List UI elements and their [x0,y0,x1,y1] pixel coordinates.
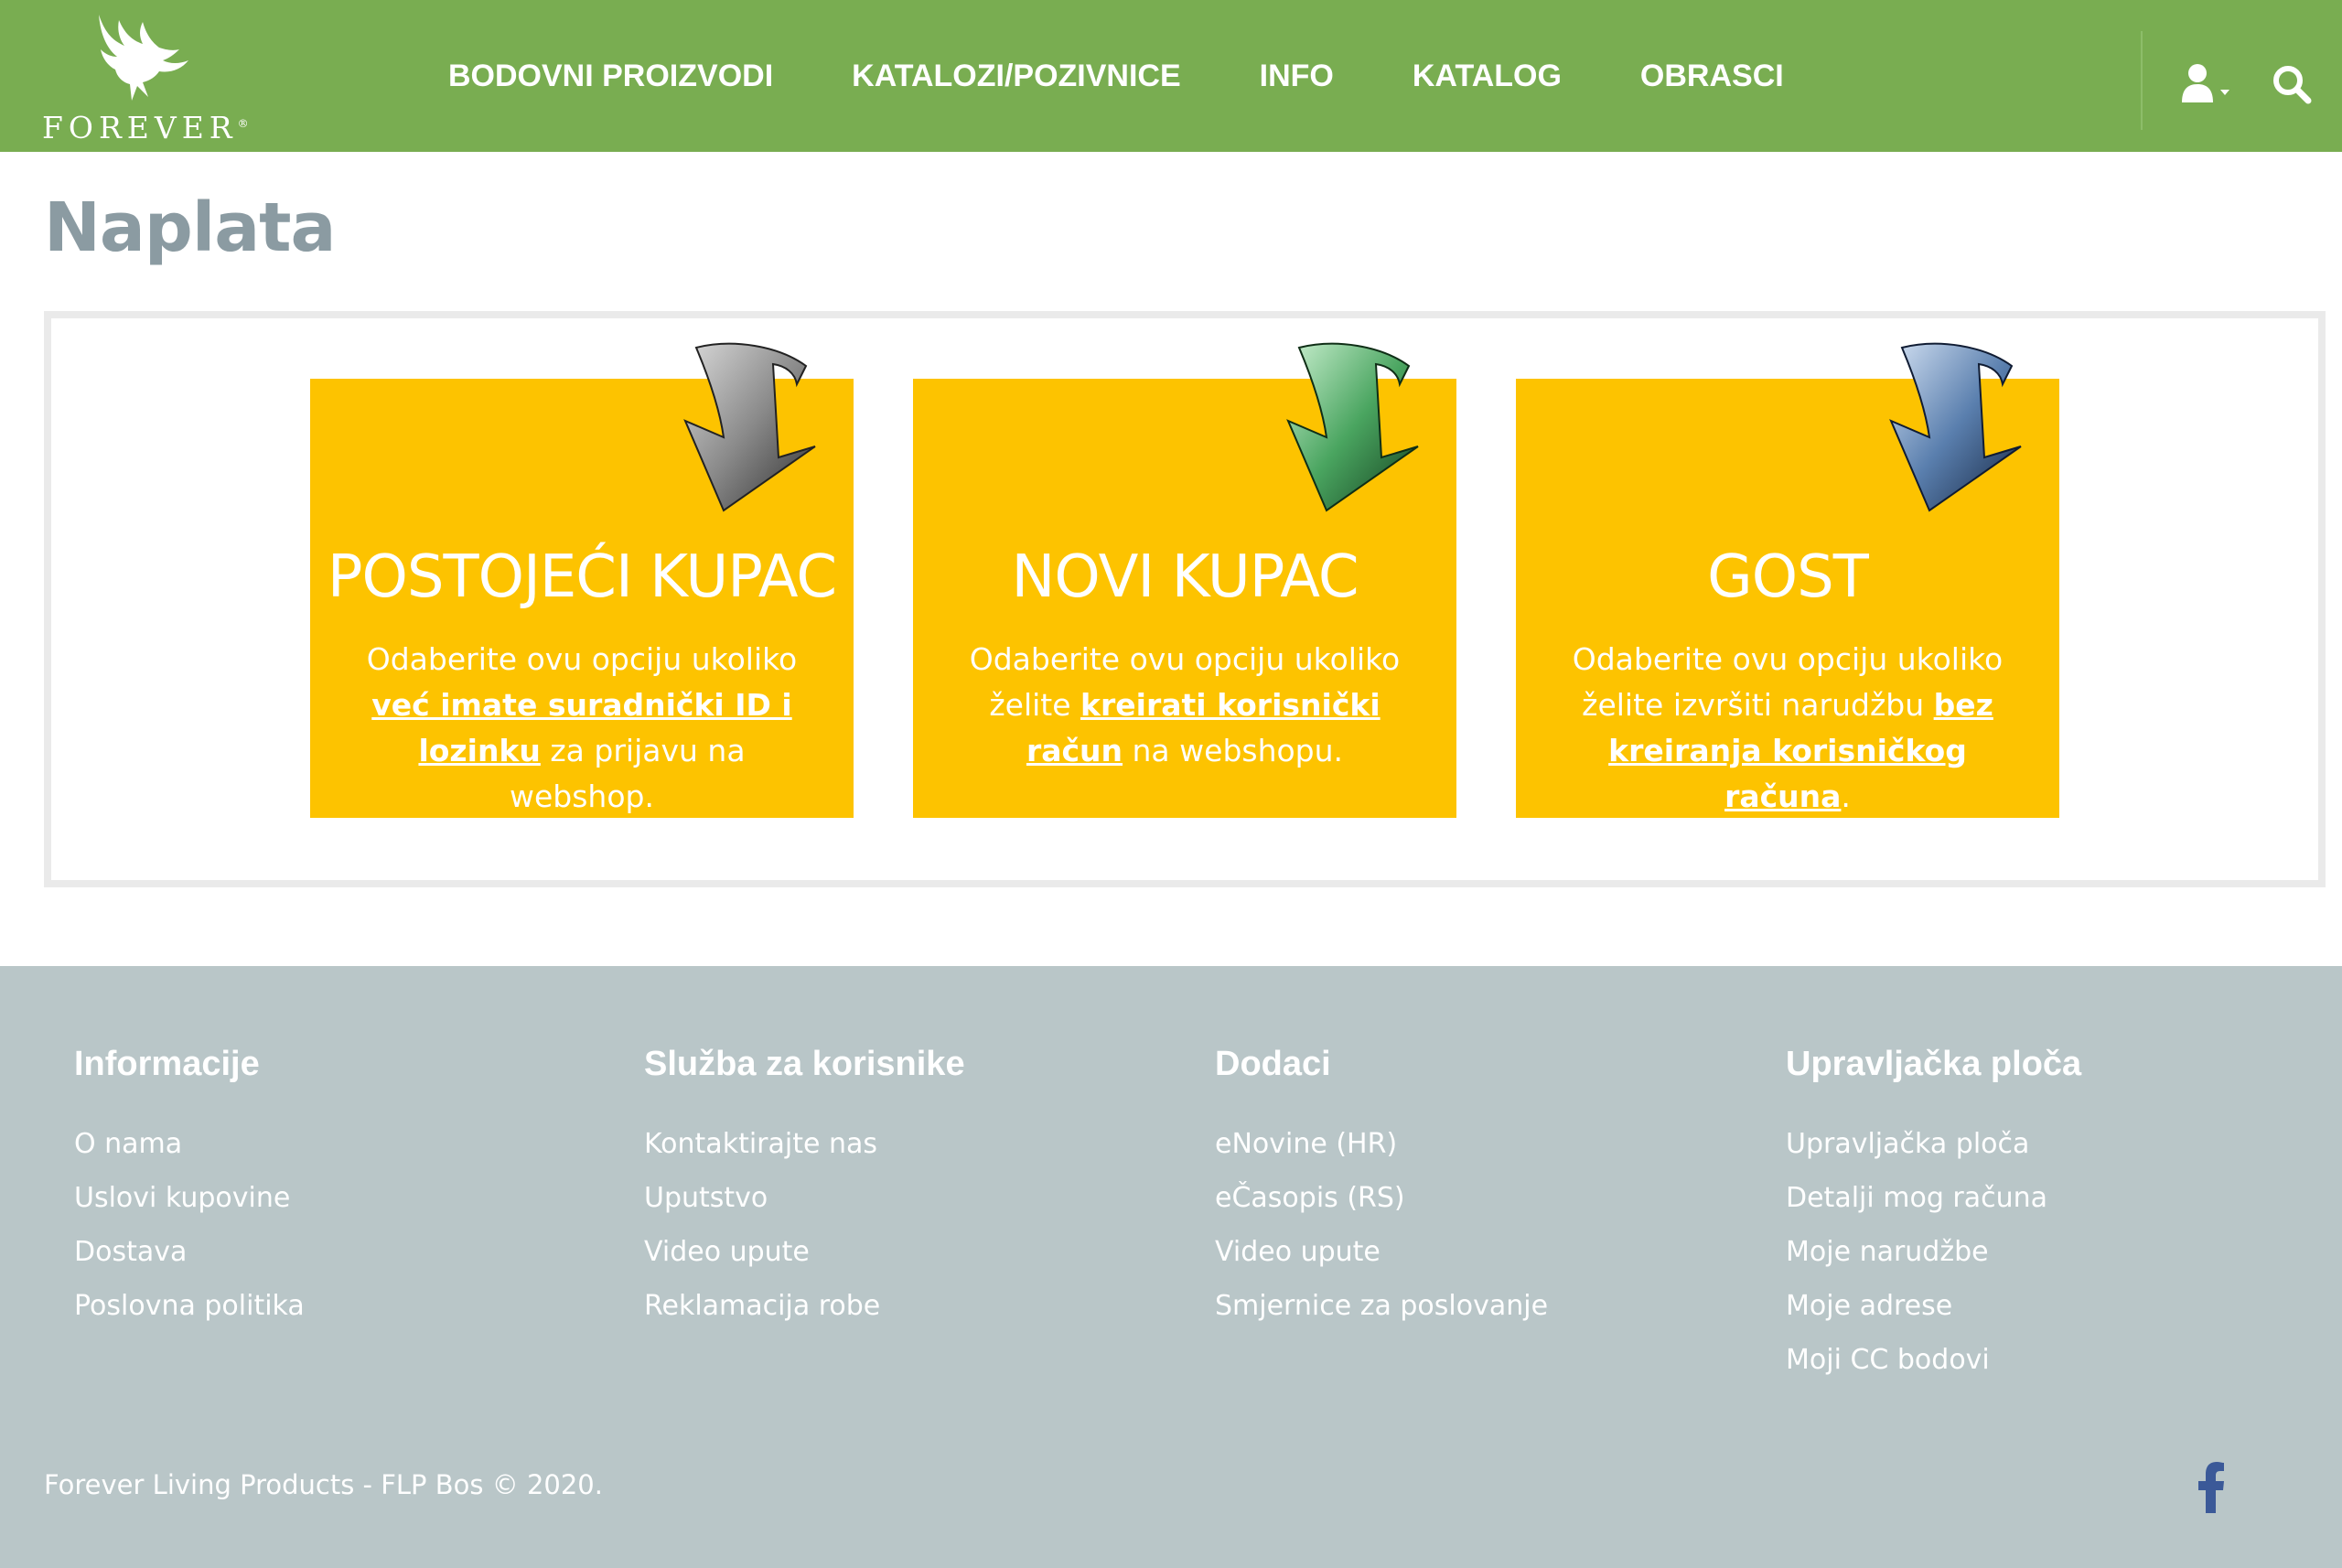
forever-logo[interactable]: FOREVER® [42,13,249,146]
footer-link[interactable]: Smjernice za poslovanje [1215,1279,1727,1333]
footer-link[interactable]: Moji CC bodovi [1786,1333,2298,1387]
footer-link[interactable]: eČasopis (RS) [1215,1171,1727,1225]
footer-link[interactable]: Video upute [644,1225,1156,1279]
footer-column-informacije: Informacije O nama Uslovi kupovine Dosta… [74,1045,586,1333]
page-title: Naplata [44,188,336,267]
card-existing-customer[interactable]: POSTOJEĆI KUPAC Odaberite ovu opciju uko… [310,342,854,818]
nav-item-katalog[interactable]: KATALOG [1413,59,1562,94]
search-button[interactable] [2272,64,2312,104]
card-description: Odaberite ovu opciju ukoliko želite krei… [969,641,1401,768]
footer-link[interactable]: Detalji mog računa [1786,1171,2298,1225]
footer-link[interactable]: Moje adrese [1786,1279,2298,1333]
card-title: NOVI KUPAC [1011,543,1359,611]
nav-item-bodovni-proizvodi[interactable]: BODOVNI PROIZVODI [448,59,773,94]
footer-column-upravljacka-ploca: Upravljačka ploča Upravljačka ploča Deta… [1786,1045,2298,1387]
nav-item-info[interactable]: INFO [1260,59,1334,94]
card-new-customer[interactable]: NOVI KUPAC Odaberite ovu opciju ukoliko … [913,342,1456,818]
footer-link[interactable]: Dostava [74,1225,586,1279]
footer-heading: Upravljačka ploča [1786,1045,2082,1083]
footer-heading: Služba za korisnike [644,1045,965,1083]
eagle-logo-icon [99,15,188,101]
nav-item-obrasci[interactable]: OBRASCI [1640,59,1784,94]
green-arrow-icon [1286,342,1419,512]
card-title: POSTOJEĆI KUPAC [327,543,837,611]
header-divider [2141,31,2143,130]
footer-link[interactable]: Uslovi kupovine [74,1171,586,1225]
footer-link[interactable]: O nama [74,1117,586,1171]
footer-link[interactable]: Moje narudžbe [1786,1225,2298,1279]
card-title: GOST [1707,543,1869,611]
logo-wordmark: FOREVER® [42,110,249,145]
copyright-text: Forever Living Products - FLP Bos © 2020… [44,1469,603,1500]
site-header: FOREVER® BODOVNI PROIZVODI KATALOZI/POZI… [0,0,2342,152]
footer-link[interactable]: Upravljačka ploča [1786,1117,2298,1171]
footer-link[interactable]: Poslovna politika [74,1279,586,1333]
footer-link[interactable]: Uputstvo [644,1171,1156,1225]
gray-arrow-icon [683,342,816,512]
main-nav: BODOVNI PROIZVODI KATALOZI/POZIVNICE INF… [448,0,1784,152]
footer-link[interactable]: Video upute [1215,1225,1727,1279]
user-dropdown-icon [2182,64,2229,102]
nav-item-katalozi-pozivnice[interactable]: KATALOZI/POZIVNICE [852,59,1181,94]
site-footer: Informacije O nama Uslovi kupovine Dosta… [0,966,2342,1568]
user-menu-button[interactable] [2182,62,2237,106]
card-guest[interactable]: GOST Odaberite ovu opciju ukoliko želite… [1516,342,2059,818]
footer-column-dodaci: Dodaci eNovine (HR) eČasopis (RS) Video … [1215,1045,1727,1333]
footer-heading: Dodaci [1215,1045,1331,1083]
blue-arrow-icon [1889,342,2022,512]
facebook-icon [2198,1462,2224,1513]
footer-column-sluzba: Služba za korisnike Kontaktirajte nas Up… [644,1045,1156,1333]
footer-link[interactable]: Reklamacija robe [644,1279,1156,1333]
card-description: Odaberite ovu opciju ukoliko već imate s… [366,641,798,814]
card-description: Odaberite ovu opciju ukoliko želite izvr… [1572,641,2004,814]
footer-link[interactable]: Kontaktirajte nas [644,1117,1156,1171]
search-icon [2273,66,2312,104]
footer-heading: Informacije [74,1045,260,1083]
footer-link[interactable]: eNovine (HR) [1215,1117,1727,1171]
facebook-link[interactable] [2197,1462,2225,1513]
